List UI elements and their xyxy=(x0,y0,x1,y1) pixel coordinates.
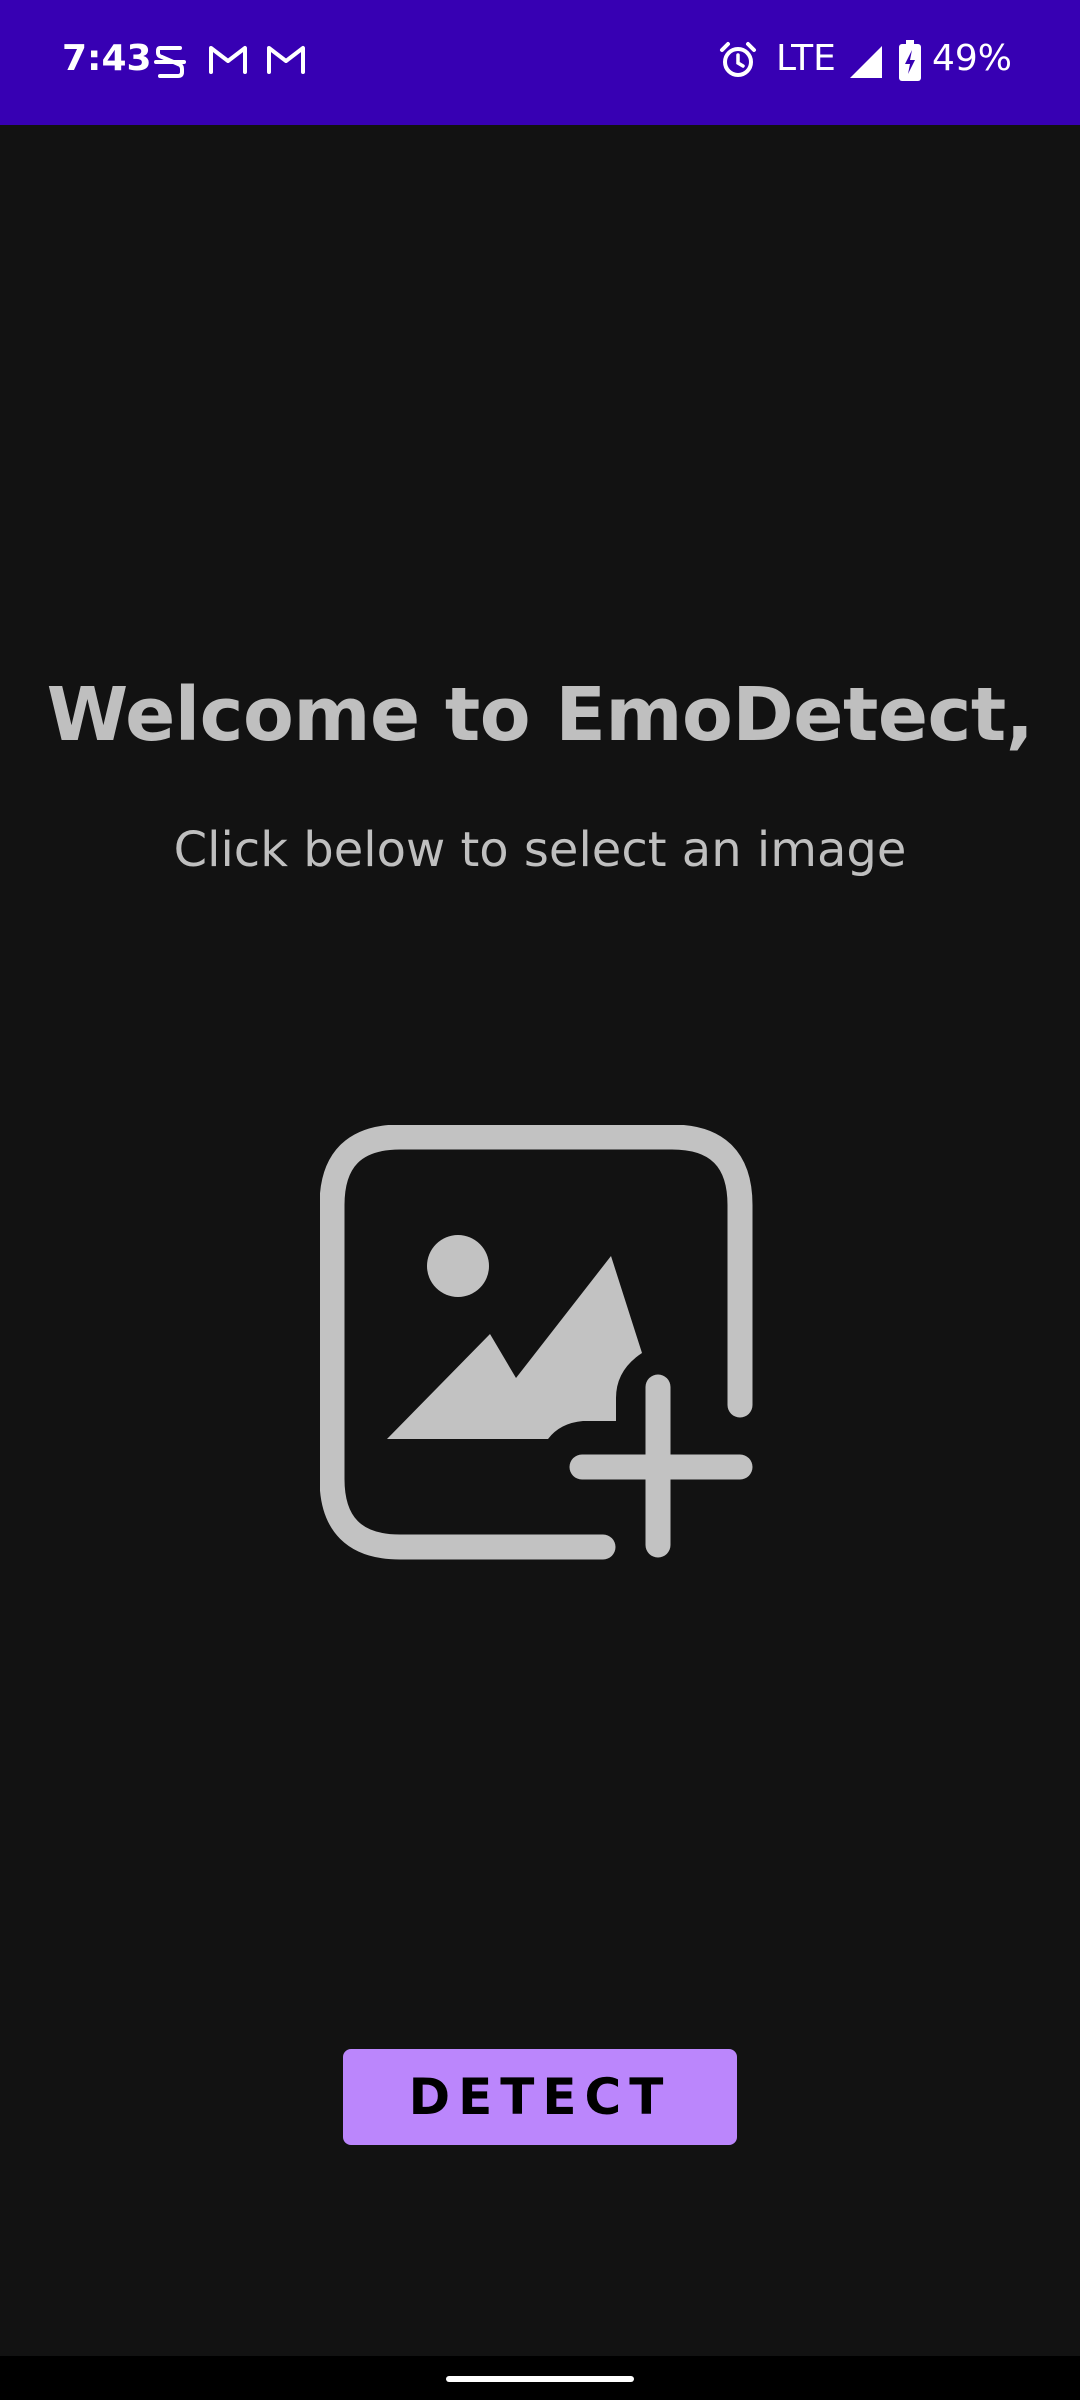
gmail-icon xyxy=(266,42,306,81)
detect-button[interactable]: DETECT xyxy=(343,2049,737,2145)
signal-icon xyxy=(848,44,884,85)
status-time: 7:43 xyxy=(62,38,152,79)
navigation-bar xyxy=(0,2356,1080,2400)
status-bar: 7:43 LTE 49% xyxy=(0,0,1080,125)
battery-percentage: 49% xyxy=(932,38,1013,79)
network-type: LTE xyxy=(776,38,836,79)
app-screen: 7:43 LTE 49% Welcome to EmoDetect, Click… xyxy=(0,0,1080,2400)
gmail-icon xyxy=(208,42,248,81)
welcome-subtitle: Click below to select an image xyxy=(173,822,907,878)
home-gesture-handle[interactable] xyxy=(446,2376,634,2382)
alarm-icon xyxy=(718,40,758,85)
welcome-title: Welcome to EmoDetect, xyxy=(46,672,1034,758)
image-picker[interactable] xyxy=(319,1124,760,1565)
s-notification-icon xyxy=(152,42,188,87)
battery-charging-icon xyxy=(898,40,922,87)
add-photo-icon xyxy=(319,1124,753,1560)
